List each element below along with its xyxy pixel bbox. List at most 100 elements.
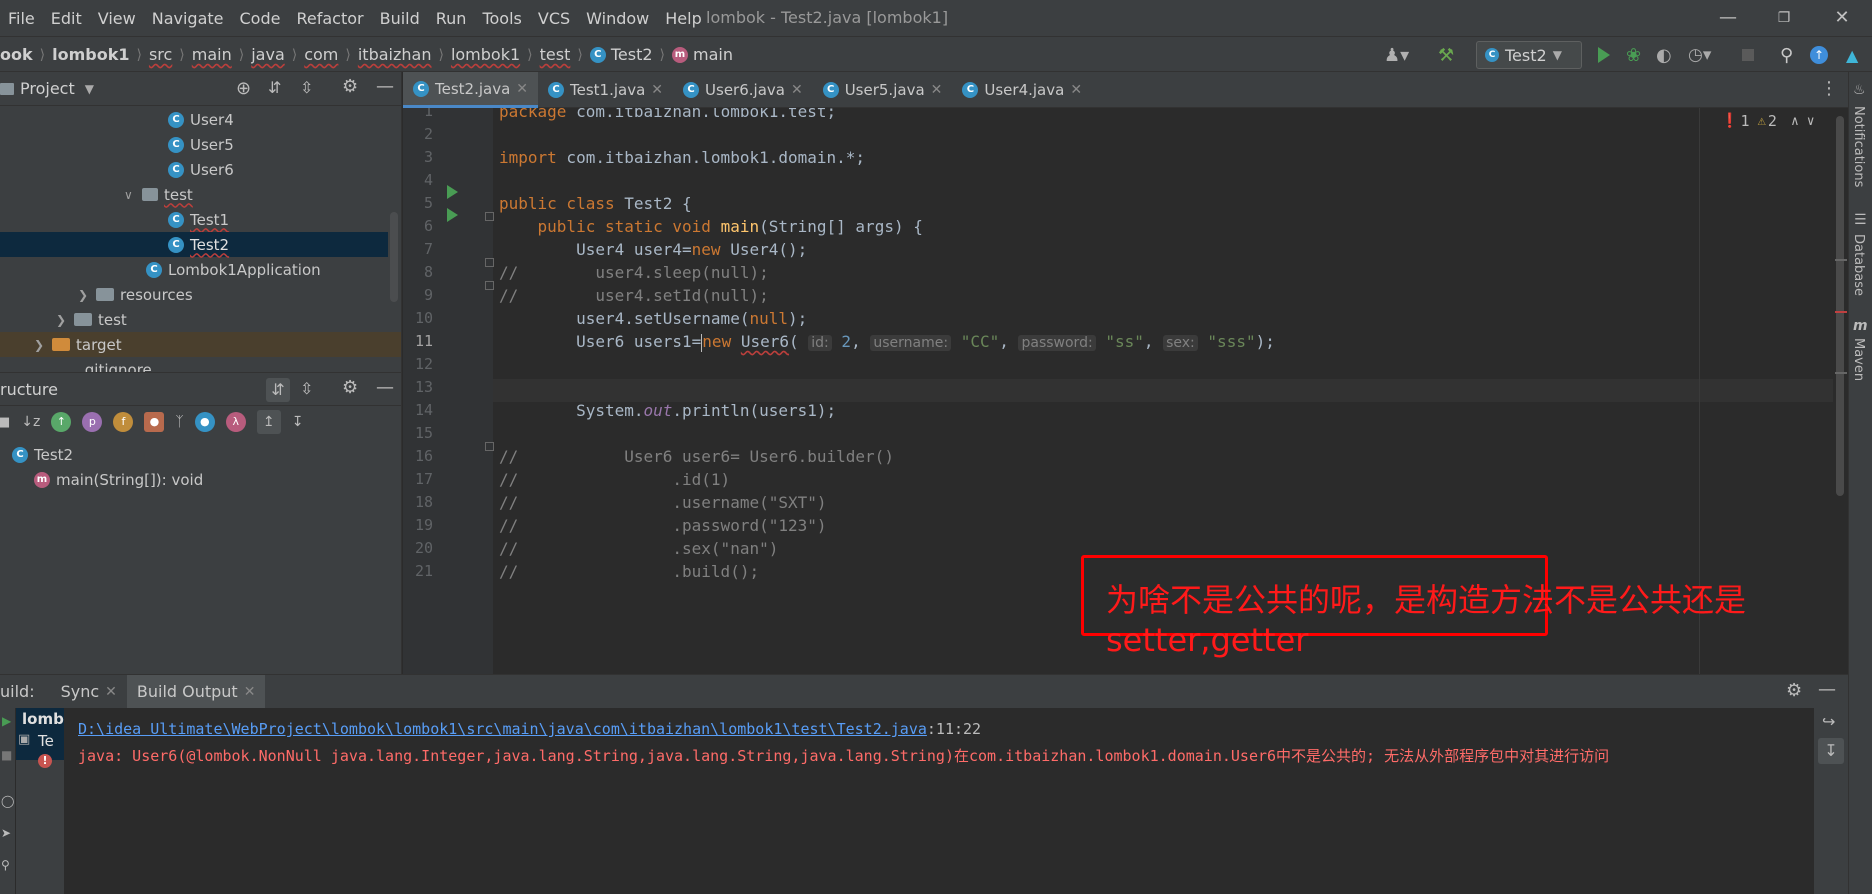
- tab-test1-java[interactable]: C Test1.java ✕: [538, 72, 673, 108]
- code-line[interactable]: public class Test2 {: [499, 192, 692, 215]
- breadcrumb-item[interactable]: lombok1: [52, 45, 129, 64]
- restore-icon[interactable]: ❐: [1772, 6, 1796, 30]
- tree-item[interactable]: ∨ test: [124, 182, 193, 207]
- menu-build[interactable]: Build: [372, 9, 428, 28]
- more-tabs-icon[interactable]: ⋮: [1820, 78, 1838, 99]
- code-line-comment[interactable]: // User6 user6= User6.builder(): [499, 445, 894, 468]
- chevron-right-icon[interactable]: ❯: [78, 288, 90, 302]
- menu-help[interactable]: Help: [657, 9, 709, 28]
- fold-icon[interactable]: [485, 281, 494, 290]
- scrollbar[interactable]: [390, 212, 398, 302]
- rerun-icon[interactable]: ▶: [2, 714, 11, 728]
- code-line-comment[interactable]: // .username("SXT"): [499, 491, 827, 514]
- tree-item[interactable]: ❯ test: [56, 307, 127, 332]
- breadcrumb-item[interactable]: src: [149, 45, 172, 64]
- breadcrumb-item[interactable]: lombok1: [451, 45, 520, 64]
- code-line-comment[interactable]: // user4.sleep(null);: [499, 261, 769, 284]
- database-icon[interactable]: ☰: [1854, 212, 1867, 228]
- build-output-console[interactable]: D:\idea Ultimate\WebProject\lombok\lombo…: [64, 708, 1814, 894]
- profile-icon[interactable]: ◷▾: [1688, 43, 1711, 67]
- tab-build-output[interactable]: Build Output ✕: [126, 675, 266, 708]
- tab-user6-java[interactable]: C User6.java ✕: [673, 72, 813, 108]
- menu-view[interactable]: View: [90, 9, 144, 28]
- output-line-location[interactable]: D:\idea Ultimate\WebProject\lombok\lombo…: [78, 718, 981, 740]
- fold-icon[interactable]: [485, 212, 494, 221]
- user-icon[interactable]: ♟▾: [1384, 43, 1409, 67]
- breadcrumb-item[interactable]: com: [304, 45, 338, 64]
- error-file-link[interactable]: D:\idea Ultimate\WebProject\lombok\lombo…: [78, 720, 927, 738]
- gear-icon[interactable]: ⚙: [342, 377, 358, 398]
- fold-icon[interactable]: [485, 258, 494, 267]
- tab-test2-java[interactable]: C Test2.java ✕: [403, 72, 539, 108]
- sort-alpha-icon[interactable]: ↓z: [21, 414, 40, 430]
- lombok-icon[interactable]: ᛉ: [175, 414, 183, 430]
- maven-icon[interactable]: m: [1853, 318, 1868, 334]
- code-line[interactable]: package com.itbaizhan.lombok1.test;: [499, 108, 836, 123]
- code-line[interactable]: System.out.println(users1);: [499, 399, 836, 422]
- menu-refactor[interactable]: Refactor: [288, 9, 371, 28]
- expand-all-icon[interactable]: ⇵: [268, 78, 281, 97]
- code-line-comment[interactable]: // .password("123"): [499, 514, 827, 537]
- breadcrumb-item[interactable]: java: [251, 45, 285, 64]
- tree-item[interactable]: ❯ target: [34, 332, 122, 357]
- stop-icon[interactable]: ■: [1, 748, 12, 762]
- scroll-to-end-icon[interactable]: ↧: [1818, 738, 1844, 764]
- expand-icon[interactable]: ➤: [1, 826, 11, 840]
- tree-item[interactable]: C Lombok1Application: [146, 257, 321, 282]
- breadcrumb-item[interactable]: itbaizhan: [358, 45, 432, 64]
- inspection-widget[interactable]: ❗ 1 ⚠ 2 ∧ ∨: [1721, 112, 1815, 130]
- anonymous-classes-icon[interactable]: ●: [194, 412, 215, 432]
- breadcrumb-item[interactable]: ook: [0, 45, 33, 64]
- code-line[interactable]: user4.setUsername(null);: [499, 307, 807, 330]
- menu-navigate[interactable]: Navigate: [144, 9, 232, 28]
- close-tab-icon[interactable]: ✕: [791, 82, 803, 98]
- tree-item[interactable]: C User5: [168, 132, 234, 157]
- tree-item[interactable]: C User6: [168, 157, 234, 182]
- notifications-tool[interactable]: Notifications: [1851, 106, 1866, 187]
- bell-icon[interactable]: ♨: [1853, 82, 1866, 98]
- fields-icon[interactable]: f: [113, 412, 134, 432]
- tree-item[interactable]: C User4: [168, 107, 234, 132]
- breadcrumb-item[interactable]: main: [192, 45, 232, 64]
- breadcrumb-item[interactable]: test: [540, 45, 571, 64]
- close-tab-icon[interactable]: ✕: [1070, 82, 1082, 98]
- tree-item[interactable]: ❯ resources: [78, 282, 193, 307]
- debug-icon[interactable]: ❀: [1626, 43, 1641, 67]
- menu-file[interactable]: File: [0, 9, 43, 28]
- hide-panel-icon[interactable]: —: [1818, 679, 1836, 700]
- autoscroll-to-source-icon[interactable]: ↥: [256, 410, 281, 434]
- properties-icon[interactable]: p: [82, 412, 103, 432]
- code-line-comment[interactable]: // .sex("nan"): [499, 537, 778, 560]
- build-tree-node[interactable]: Te: [38, 732, 54, 750]
- close-tab-icon[interactable]: ✕: [931, 82, 943, 98]
- hide-panel-icon[interactable]: —: [376, 377, 394, 398]
- chevron-right-icon[interactable]: ❯: [34, 338, 46, 352]
- code-line-comment[interactable]: // user4.setId(null);: [499, 284, 769, 307]
- coverage-icon[interactable]: ◐: [1656, 43, 1672, 67]
- code-line-comment[interactable]: // .id(1): [499, 468, 730, 491]
- jetbrains-icon[interactable]: ▲: [1846, 43, 1858, 67]
- code-line-current[interactable]: User6 users1=new User6( id: 2, username:…: [499, 330, 1275, 353]
- collapse-all-icon[interactable]: ⇳: [300, 78, 313, 97]
- structure-item-class[interactable]: C Test2: [12, 442, 73, 467]
- soft-wrap-icon[interactable]: ↪: [1822, 712, 1835, 731]
- lambdas-icon[interactable]: λ: [225, 412, 246, 432]
- close-tab-icon[interactable]: ✕: [516, 81, 528, 97]
- breadcrumb-item[interactable]: main: [693, 45, 733, 64]
- tree-item-selected[interactable]: C Test2: [168, 232, 229, 257]
- non-public-icon[interactable]: ●: [144, 412, 165, 432]
- menu-vcs[interactable]: VCS: [530, 9, 578, 28]
- fold-icon[interactable]: [485, 442, 494, 451]
- tree-item[interactable]: C Test1: [168, 207, 229, 232]
- close-icon[interactable]: ✕: [1830, 6, 1854, 30]
- error-marker[interactable]: [1835, 311, 1847, 313]
- run-configuration-select[interactable]: C Test2 ▼: [1476, 41, 1582, 69]
- run-icon[interactable]: [1598, 43, 1610, 67]
- gear-icon[interactable]: ⚙: [1786, 680, 1802, 701]
- chevron-right-icon[interactable]: ❯: [56, 313, 68, 327]
- maven-tool[interactable]: Maven: [1851, 338, 1866, 381]
- autoscroll-from-source-icon[interactable]: ↧: [292, 414, 304, 430]
- code-line-comment[interactable]: // .build();: [499, 560, 759, 583]
- tab-user4-java[interactable]: C User4.java ✕: [952, 72, 1092, 108]
- search-icon[interactable]: ⚲: [1780, 43, 1793, 67]
